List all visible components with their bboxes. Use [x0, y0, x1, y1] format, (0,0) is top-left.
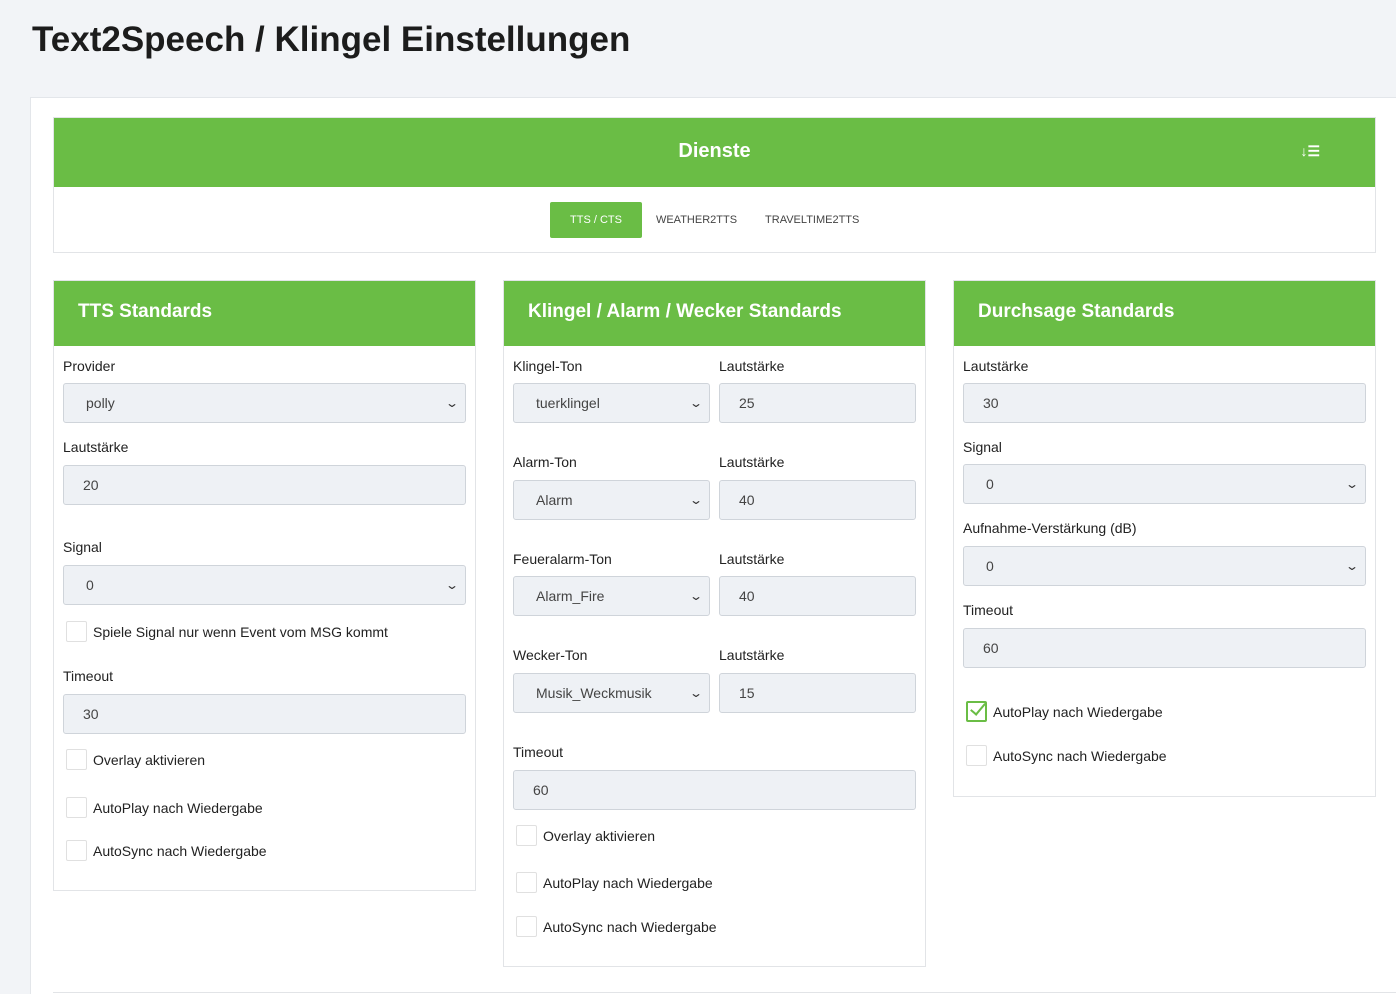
fire-sound-select[interactable]: Alarm_Fire ⌄: [513, 576, 710, 616]
chevron-down-icon: ⌄: [1344, 477, 1360, 491]
checkbox-label: AutoSync nach Wiedergabe: [543, 918, 717, 935]
volume-label: Lautstärke: [963, 358, 1029, 374]
signal-value: 0: [86, 577, 94, 593]
chevron-down-icon: ⌄: [688, 686, 704, 700]
select-value: 0: [986, 558, 994, 574]
timeout-input[interactable]: 30: [63, 694, 466, 734]
provider-value: polly: [86, 395, 115, 411]
fire-volume-input[interactable]: 40: [719, 576, 916, 616]
gain-select[interactable]: 0 ⌄: [963, 546, 1366, 586]
signal-select[interactable]: 0 ⌄: [63, 565, 466, 605]
checkbox-label: Spiele Signal nur wenn Event vom MSG kom…: [93, 623, 388, 640]
services-title: Dienste: [678, 140, 751, 162]
announce-standards-card: Durchsage Standards Lautstärke 30 Signal…: [953, 280, 1376, 797]
checkbox-label: AutoSync nach Wiedergabe: [93, 842, 267, 859]
select-value: tuerklingel: [536, 395, 600, 411]
select-value: Alarm: [536, 492, 573, 508]
bell-standards-card: Klingel / Alarm / Wecker Standards Kling…: [503, 280, 926, 967]
timeout-label: Timeout: [513, 744, 564, 760]
volume-input[interactable]: 30: [963, 383, 1366, 423]
checkbox-label: AutoPlay nach Wiedergabe: [543, 874, 713, 891]
autosync-checkbox[interactable]: AutoSync nach Wiedergabe: [66, 840, 267, 861]
bell-header: Klingel / Alarm / Wecker Standards: [504, 281, 925, 346]
divider: [53, 992, 1396, 993]
timeout-label: Timeout: [63, 668, 114, 684]
sort-icon[interactable]: ↓☰: [1300, 118, 1320, 184]
select-value: 0: [986, 476, 994, 492]
bell-sound-label: Klingel-Ton: [513, 358, 583, 374]
checkbox-box[interactable]: [516, 825, 537, 846]
checkbox-label: Overlay aktivieren: [93, 751, 206, 768]
timeout-label: Timeout: [963, 602, 1014, 618]
bell-sound-select[interactable]: tuerklingel ⌄: [513, 383, 710, 423]
tts-header: TTS Standards: [54, 281, 475, 346]
wake-sound-label: Wecker-Ton: [513, 647, 588, 663]
alarm-volume-input[interactable]: 40: [719, 480, 916, 520]
chevron-down-icon: ⌄: [688, 589, 704, 603]
bell-volume-input[interactable]: 25: [719, 383, 916, 423]
autoplay-checkbox[interactable]: AutoPlay nach Wiedergabe: [516, 872, 713, 893]
checkbox-box[interactable]: [66, 797, 87, 818]
select-value: Alarm_Fire: [536, 588, 605, 604]
announce-header: Durchsage Standards: [954, 281, 1375, 346]
alarm-sound-select[interactable]: Alarm ⌄: [513, 480, 710, 520]
bell-volume-label: Lautstärke: [719, 358, 785, 374]
overlay-checkbox[interactable]: Overlay aktivieren: [66, 749, 205, 770]
chevron-down-icon: ⌄: [688, 396, 704, 410]
checkbox-checked-icon[interactable]: [966, 701, 987, 722]
wake-sound-select[interactable]: Musik_Weckmusik ⌄: [513, 673, 710, 713]
volume-label: Lautstärke: [63, 439, 129, 455]
volume-input[interactable]: 20: [63, 465, 466, 505]
checkbox-box[interactable]: [966, 745, 987, 766]
tab-traveltime2tts[interactable]: TRAVELTIME2TTS: [751, 202, 873, 238]
checkbox-label: Overlay aktivieren: [543, 827, 656, 844]
services-card: Dienste ↓☰ TTS / CTS WEATHER2TTS TRAVELT…: [53, 117, 1376, 253]
page-title: Text2Speech / Klingel Einstellungen: [32, 20, 631, 59]
autoplay-checkbox[interactable]: AutoPlay nach Wiedergabe: [66, 797, 263, 818]
tab-tts-cts[interactable]: TTS / CTS: [550, 202, 642, 238]
checkbox-box[interactable]: [516, 916, 537, 937]
alarm-volume-label: Lautstärke: [719, 454, 785, 470]
signal-label: Signal: [963, 439, 1002, 455]
services-tabs: TTS / CTS WEATHER2TTS TRAVELTIME2TTS: [550, 202, 873, 238]
tab-weather2tts[interactable]: WEATHER2TTS: [642, 202, 751, 238]
chevron-down-icon: ⌄: [1344, 559, 1360, 573]
overlay-checkbox[interactable]: Overlay aktivieren: [516, 825, 655, 846]
signal-label: Signal: [63, 539, 102, 555]
wake-volume-label: Lautstärke: [719, 647, 785, 663]
gain-label: Aufnahme-Verstärkung (dB): [963, 520, 1137, 536]
fire-sound-label: Feueralarm-Ton: [513, 551, 612, 567]
fire-volume-label: Lautstärke: [719, 551, 785, 567]
signal-select[interactable]: 0 ⌄: [963, 464, 1366, 504]
autosync-checkbox[interactable]: AutoSync nach Wiedergabe: [516, 916, 717, 937]
autosync-checkbox[interactable]: AutoSync nach Wiedergabe: [966, 745, 1167, 766]
checkbox-box[interactable]: [516, 872, 537, 893]
chevron-down-icon: ⌄: [444, 396, 460, 410]
checkbox-box[interactable]: [66, 840, 87, 861]
alarm-sound-label: Alarm-Ton: [513, 454, 577, 470]
chevron-down-icon: ⌄: [444, 578, 460, 592]
provider-select[interactable]: polly ⌄: [63, 383, 466, 423]
checkbox-label: AutoSync nach Wiedergabe: [993, 747, 1167, 764]
wake-volume-input[interactable]: 15: [719, 673, 916, 713]
select-value: Musik_Weckmusik: [536, 685, 652, 701]
checkbox-box[interactable]: [66, 749, 87, 770]
checkbox-label: AutoPlay nach Wiedergabe: [93, 799, 263, 816]
signal-msg-checkbox[interactable]: Spiele Signal nur wenn Event vom MSG kom…: [66, 621, 388, 642]
tts-standards-card: TTS Standards Provider polly ⌄ Lautstärke…: [53, 280, 476, 891]
checkbox-label: AutoPlay nach Wiedergabe: [993, 703, 1163, 720]
timeout-input[interactable]: 60: [963, 628, 1366, 668]
provider-label: Provider: [63, 358, 116, 374]
checkbox-box[interactable]: [66, 621, 87, 642]
services-header: Dienste ↓☰: [54, 118, 1375, 187]
chevron-down-icon: ⌄: [688, 493, 704, 507]
timeout-input[interactable]: 60: [513, 770, 916, 810]
autoplay-checkbox[interactable]: AutoPlay nach Wiedergabe: [966, 701, 1163, 722]
